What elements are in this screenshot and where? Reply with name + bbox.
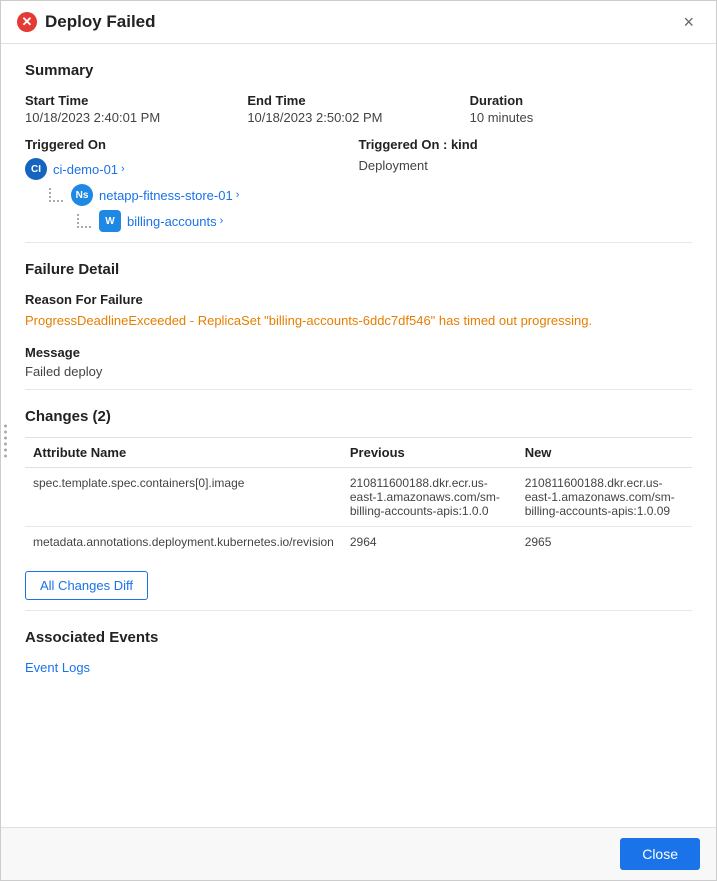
col-new: New	[517, 437, 692, 467]
summary-title: Summary	[25, 62, 692, 79]
start-time-value: 10/18/2023 2:40:01 PM	[25, 110, 247, 125]
triggered-on-label: Triggered On	[25, 137, 359, 152]
drag-handle	[1, 420, 10, 461]
title-row: ✕ Deploy Failed	[17, 12, 156, 32]
col-previous: Previous	[342, 437, 517, 467]
triggered-kind-col: Triggered On : kind Deployment	[359, 137, 693, 232]
ci-item-2: W billing-accounts ›	[25, 210, 359, 232]
message-value: Failed deploy	[25, 364, 692, 379]
chevron-icon-1: ›	[236, 189, 240, 201]
error-icon: ✕	[17, 12, 37, 32]
duration-label: Duration	[470, 93, 692, 108]
ci-badge-2: W	[99, 210, 121, 232]
changes-section: Changes (2) Attribute Name Previous New …	[25, 390, 692, 611]
chevron-icon-2: ›	[220, 215, 224, 227]
col-attribute: Attribute Name	[25, 437, 342, 467]
ci-badge-0: CI	[25, 158, 47, 180]
cell-previous-1: 2964	[342, 526, 517, 557]
ci-link-2[interactable]: billing-accounts ›	[127, 214, 223, 229]
end-time-value: 10/18/2023 2:50:02 PM	[247, 110, 469, 125]
deploy-failed-dialog: ✕ Deploy Failed × Summary Start Time 10/…	[0, 0, 717, 881]
failure-detail-title: Failure Detail	[25, 261, 692, 278]
ci-link-1[interactable]: netapp-fitness-store-01 ›	[99, 188, 239, 203]
ci-badge-1: Ns	[71, 184, 93, 206]
message-label: Message	[25, 345, 692, 360]
changes-table: Attribute Name Previous New spec.templat…	[25, 437, 692, 557]
triggered-on-col: Triggered On CI ci-demo-01 ›	[25, 137, 359, 232]
reason-label: Reason For Failure	[25, 292, 692, 307]
associated-events-section: Associated Events Event Logs	[25, 611, 692, 685]
start-time-label: Start Time	[25, 93, 247, 108]
event-logs-link[interactable]: Event Logs	[25, 660, 90, 675]
summary-grid: Start Time 10/18/2023 2:40:01 PM End Tim…	[25, 93, 692, 125]
ci-item-0: CI ci-demo-01 ›	[25, 158, 359, 180]
end-time-label: End Time	[247, 93, 469, 108]
cell-new-1: 2965	[517, 526, 692, 557]
duration-value: 10 minutes	[470, 110, 692, 125]
triggered-row: Triggered On CI ci-demo-01 ›	[25, 137, 692, 232]
table-row: metadata.annotations.deployment.kubernet…	[25, 526, 692, 557]
changes-title: Changes (2)	[25, 408, 692, 425]
chevron-icon-0: ›	[121, 163, 125, 175]
all-changes-diff-button[interactable]: All Changes Diff	[25, 571, 148, 600]
close-footer-button[interactable]: Close	[620, 838, 700, 870]
start-time-item: Start Time 10/18/2023 2:40:01 PM	[25, 93, 247, 125]
ci-link-0[interactable]: ci-demo-01 ›	[53, 162, 125, 177]
failure-reason-value: ProgressDeadlineExceeded - ReplicaSet "b…	[25, 311, 692, 331]
cell-previous-0: 210811600188.dkr.ecr.us-east-1.amazonaws…	[342, 467, 517, 526]
dialog-title: Deploy Failed	[45, 12, 156, 32]
dialog-close-button[interactable]: ×	[677, 11, 700, 33]
dialog-footer: Close	[1, 827, 716, 880]
triggered-kind-value: Deployment	[359, 158, 693, 173]
summary-section: Summary Start Time 10/18/2023 2:40:01 PM…	[25, 44, 692, 243]
dialog-header: ✕ Deploy Failed ×	[1, 1, 716, 44]
dialog-body: Summary Start Time 10/18/2023 2:40:01 PM…	[1, 44, 716, 827]
ci-item-1: Ns netapp-fitness-store-01 ›	[25, 184, 359, 206]
triggered-kind-label: Triggered On : kind	[359, 137, 693, 152]
cell-attribute-1: metadata.annotations.deployment.kubernet…	[25, 526, 342, 557]
associated-events-title: Associated Events	[25, 629, 692, 646]
duration-item: Duration 10 minutes	[470, 93, 692, 125]
cell-new-0: 210811600188.dkr.ecr.us-east-1.amazonaws…	[517, 467, 692, 526]
end-time-item: End Time 10/18/2023 2:50:02 PM	[247, 93, 469, 125]
dotline-2	[77, 214, 91, 228]
table-row: spec.template.spec.containers[0].image21…	[25, 467, 692, 526]
failure-detail-section: Failure Detail Reason For Failure Progre…	[25, 243, 692, 390]
ci-chain: CI ci-demo-01 › Ns netapp-fitness-store	[25, 158, 359, 232]
cell-attribute-0: spec.template.spec.containers[0].image	[25, 467, 342, 526]
dotline-1	[49, 188, 63, 202]
